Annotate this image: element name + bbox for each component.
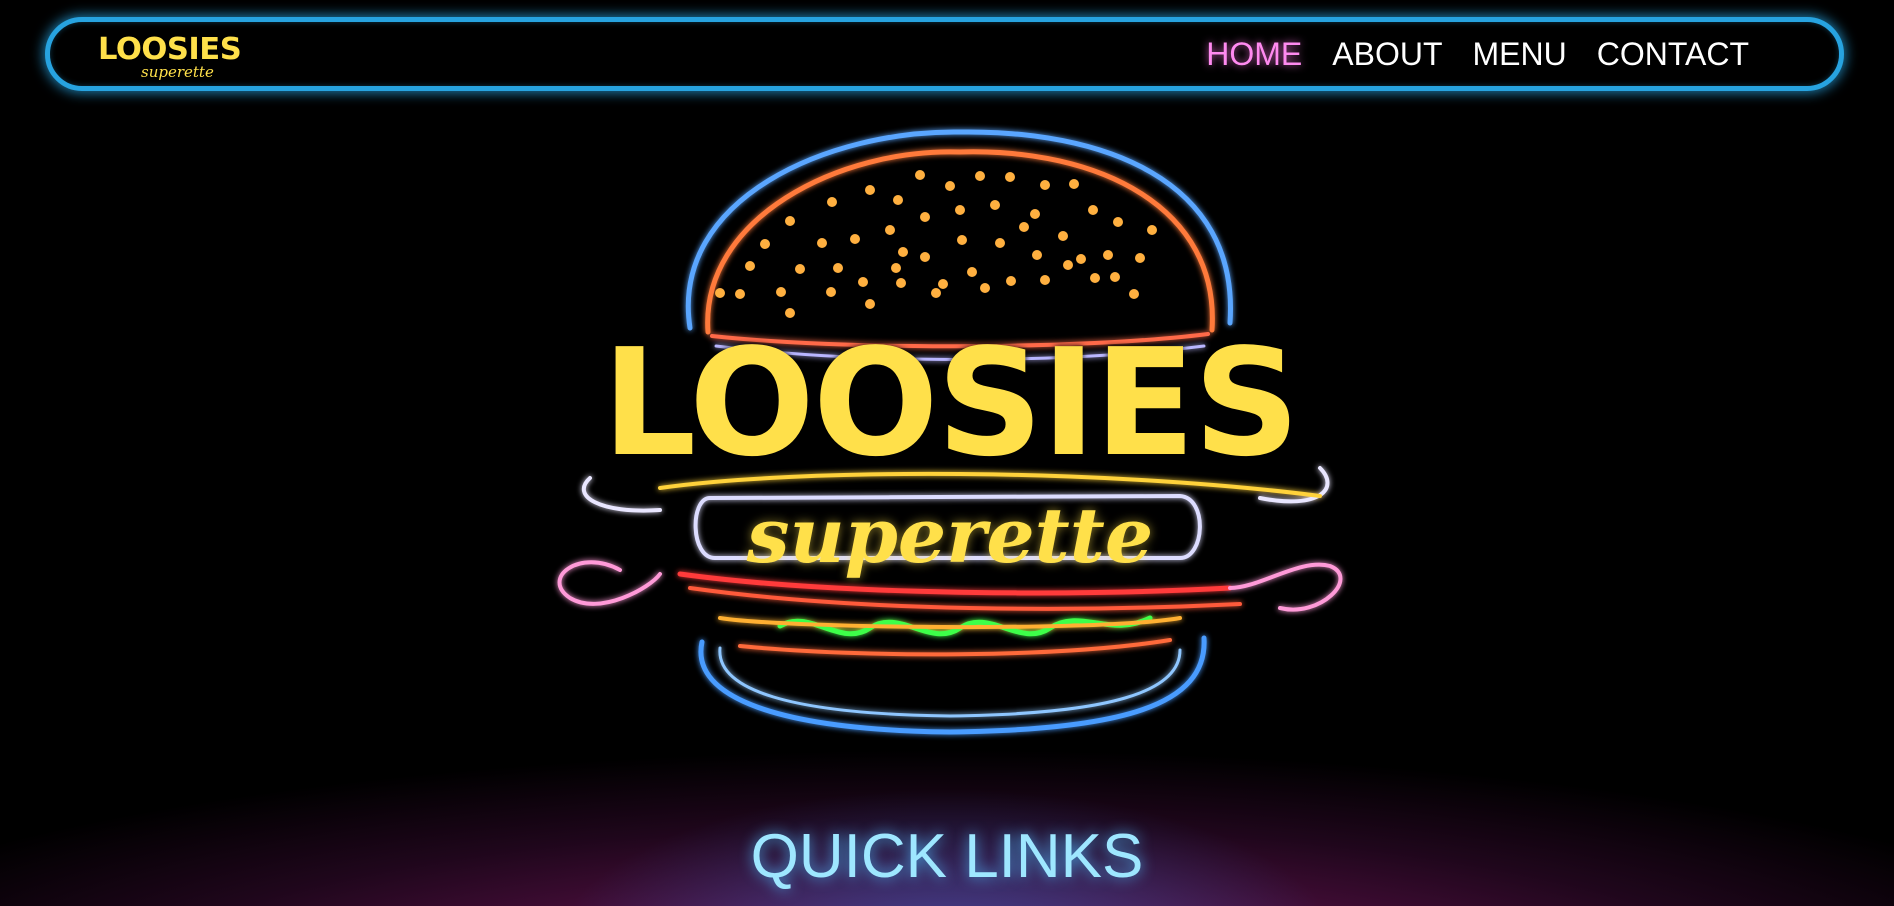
- navbar: LOOSIES superette HOME ABOUT MENU CONTAC…: [45, 17, 1844, 91]
- page: LOOSIES superette HOME ABOUT MENU CONTAC…: [0, 0, 1894, 906]
- nav-link-menu[interactable]: MENU: [1473, 36, 1567, 72]
- nav-logo[interactable]: LOOSIES superette: [98, 34, 268, 86]
- nav-links: HOME ABOUT MENU CONTACT: [1206, 36, 1749, 72]
- nav-link-about[interactable]: ABOUT: [1332, 36, 1442, 72]
- nav-link-contact[interactable]: CONTACT: [1597, 36, 1749, 72]
- hero-title: LOOSIES: [601, 317, 1300, 489]
- nav-link-home[interactable]: HOME: [1206, 36, 1302, 72]
- hero-subtitle: superette: [746, 491, 1154, 580]
- hero-neon-burger: LOOSIES superette: [540, 118, 1360, 758]
- quick-links-heading: QUICK LINKS: [750, 822, 1144, 891]
- logo-wordmark: LOOSIES: [98, 32, 242, 67]
- logo-tagline: superette: [141, 63, 214, 81]
